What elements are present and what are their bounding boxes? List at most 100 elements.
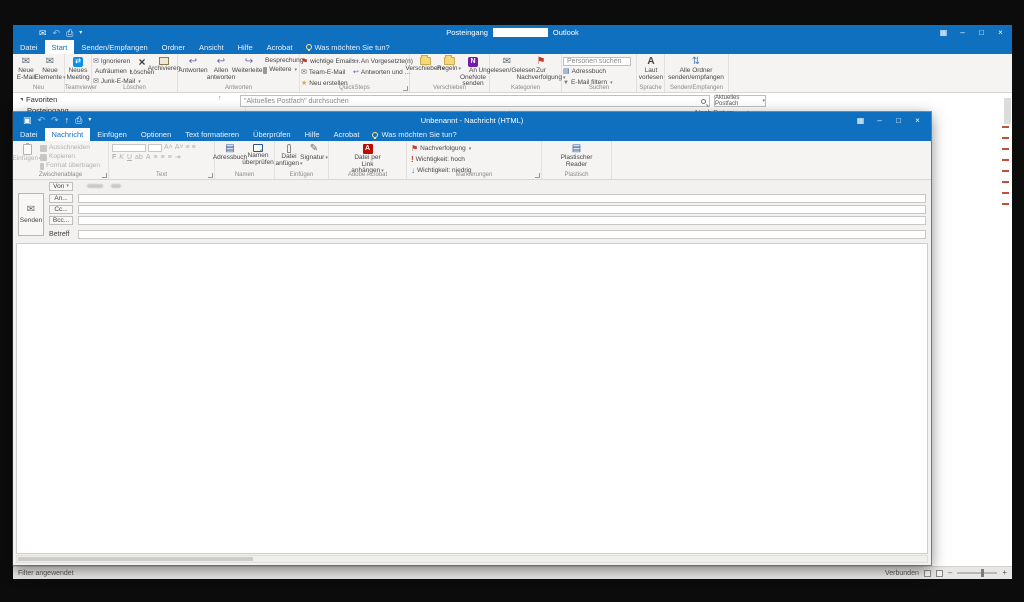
save-icon[interactable]: ▣ — [23, 115, 32, 125]
italic-button[interactable]: K — [119, 154, 124, 162]
reply-button[interactable]: Antworten — [179, 56, 207, 76]
tab-datei[interactable]: Datei — [13, 128, 45, 141]
move-button[interactable]: Verschieben — [411, 56, 439, 74]
tab-ordner[interactable]: Ordner — [155, 40, 192, 54]
message-body-editor[interactable] — [16, 243, 928, 554]
indent-icon[interactable]: ⇥ — [175, 154, 181, 162]
quickstep-item[interactable]: Antworten und ... — [353, 68, 407, 78]
align-left-icon[interactable]: ≡ — [153, 154, 157, 162]
font-name-select[interactable] — [112, 144, 146, 152]
cc-button[interactable]: Cc... — [49, 205, 73, 214]
copy-button[interactable]: Kopieren — [40, 153, 100, 161]
tab-hilfe[interactable]: Hilfe — [231, 40, 260, 54]
tab-acrobat[interactable]: Acrobat — [327, 128, 367, 141]
minimize-icon[interactable]: – — [870, 113, 889, 128]
format-painter-button[interactable]: Format übertragen — [40, 162, 100, 170]
layout-view-icon[interactable] — [936, 570, 943, 577]
number-list-icon[interactable]: ≡ — [192, 144, 196, 152]
zoom-slider-thumb[interactable] — [981, 569, 984, 577]
cc-input[interactable] — [78, 205, 926, 214]
bcc-input[interactable] — [78, 216, 926, 225]
signature-button[interactable]: Signatur — [302, 143, 326, 163]
ignore-button[interactable]: Ignorieren — [93, 57, 131, 67]
pin-icon[interactable]: ↑ — [218, 95, 222, 102]
tab-text-formatieren[interactable]: Text formatieren — [178, 128, 246, 141]
search-input[interactable]: "Aktuelles Postfach" durchsuchen — [240, 95, 710, 107]
tell-me-assistant[interactable]: Was möchten Sie tun? — [366, 128, 462, 141]
archive-button[interactable]: Archivieren — [153, 56, 175, 74]
to-input[interactable] — [78, 194, 926, 203]
cut-button[interactable]: Ausschneiden — [40, 144, 100, 152]
quickstep-item[interactable]: wichtige Emails... — [301, 57, 353, 67]
quickstep-item[interactable]: Team-E-Mail — [301, 68, 353, 78]
from-button[interactable]: Von▾ — [49, 182, 73, 191]
send-receive-all-button[interactable]: Alle Ordner senden/empfangen — [666, 56, 726, 82]
list-scrollbar[interactable] — [1004, 98, 1011, 124]
search-scope-dropdown[interactable]: Aktuelles Postfach▾ — [714, 95, 766, 107]
print-icon[interactable]: ⎙ — [66, 28, 73, 38]
tab-senden-empfangen[interactable]: Senden/Empfangen — [74, 40, 154, 54]
font-color-icon[interactable]: A — [146, 154, 151, 162]
minimize-icon[interactable]: – — [953, 25, 972, 40]
check-names-button[interactable]: Namen überprüfen — [244, 143, 272, 167]
quickstep-item[interactable]: An Vorgesetzte(n) — [353, 57, 407, 67]
customize-qat-icon[interactable]: ▾ — [88, 115, 91, 125]
tab-ansicht[interactable]: Ansicht — [192, 40, 231, 54]
zoom-out-icon[interactable]: – — [948, 569, 952, 577]
align-right-icon[interactable]: ≡ — [168, 154, 172, 162]
find-people-box[interactable]: Personen suchen — [563, 57, 631, 66]
shrink-font-icon[interactable]: A˅ — [175, 144, 184, 152]
tab-hilfe[interactable]: Hilfe — [298, 128, 327, 141]
bold-button[interactable]: F — [112, 154, 116, 162]
followup-button[interactable]: Zur Nachverfolgung — [523, 56, 559, 82]
horizontal-scrollbar[interactable] — [16, 555, 928, 563]
tab-optionen[interactable]: Optionen — [134, 128, 178, 141]
customize-qat-icon[interactable]: ▾ — [79, 28, 82, 38]
quicksteps-dialog-launcher-icon[interactable] — [403, 86, 408, 91]
ribbon-display-options-icon[interactable]: ▦ — [934, 25, 953, 40]
addressbook-button[interactable]: Adressbuch — [216, 143, 244, 163]
tell-me-assistant[interactable]: Was möchten Sie tun? — [300, 40, 396, 54]
clipboard-dialog-launcher-icon[interactable] — [102, 173, 107, 178]
attach-via-link-button[interactable]: A Datei per Link anhängen — [348, 143, 388, 176]
maximize-icon[interactable]: □ — [972, 25, 991, 40]
cleanup-button[interactable]: Aufräumen — [93, 68, 131, 76]
tab-einfuegen[interactable]: Einfügen — [90, 128, 134, 141]
meeting-button[interactable]: Besprechung — [263, 57, 297, 65]
bcc-button[interactable]: Bcc... — [49, 216, 73, 225]
tab-datei[interactable]: Datei — [13, 40, 45, 54]
high-importance-button[interactable]: Wichtigkeit: hoch — [411, 155, 531, 165]
subject-input[interactable] — [78, 230, 926, 239]
highlight-color-icon[interactable]: ab — [135, 154, 143, 162]
close-icon[interactable]: × — [908, 113, 927, 128]
new-meeting-button[interactable]: ⇄ Neues Meeting — [66, 56, 90, 82]
reply-all-button[interactable]: Allen antworten — [207, 56, 235, 82]
read-aloud-button[interactable]: Laut vorlesen — [638, 56, 664, 82]
tags-dialog-launcher-icon[interactable] — [535, 173, 540, 178]
zoom-slider[interactable] — [957, 572, 997, 574]
attach-file-button[interactable]: Datei anfügen — [276, 143, 302, 168]
rules-button[interactable]: Regeln — [439, 56, 459, 74]
undo-icon[interactable]: ↶ — [38, 115, 46, 125]
maximize-icon[interactable]: □ — [889, 113, 908, 128]
scrollbar-thumb[interactable] — [18, 557, 253, 561]
immersive-reader-button[interactable]: Plastischer Reader — [560, 143, 594, 169]
font-size-select[interactable] — [148, 144, 162, 152]
text-dialog-launcher-icon[interactable] — [208, 173, 213, 178]
to-button[interactable]: An... — [49, 194, 73, 203]
undo-icon[interactable]: ↶ — [53, 28, 61, 38]
redo-icon[interactable]: ↷ — [51, 115, 59, 125]
bullet-list-icon[interactable]: ≡ — [186, 144, 190, 152]
addressbook-button[interactable]: Adressbuch — [563, 67, 633, 77]
send-receive-icon[interactable]: ✉ — [39, 28, 47, 38]
tab-ueberpruefen[interactable]: Überprüfen — [246, 128, 298, 141]
align-center-icon[interactable]: ≡ — [161, 154, 165, 162]
new-items-button[interactable]: Neue Elemente — [38, 56, 62, 82]
reading-view-icon[interactable] — [924, 570, 931, 577]
send-button[interactable]: Senden — [18, 193, 44, 236]
more-respond-button[interactable]: Weitere — [263, 66, 297, 74]
close-icon[interactable]: × — [991, 25, 1010, 40]
zoom-in-icon[interactable]: + — [1002, 569, 1007, 577]
paste-button[interactable]: Einfügen — [14, 143, 40, 164]
grow-font-icon[interactable]: A˄ — [164, 144, 173, 152]
